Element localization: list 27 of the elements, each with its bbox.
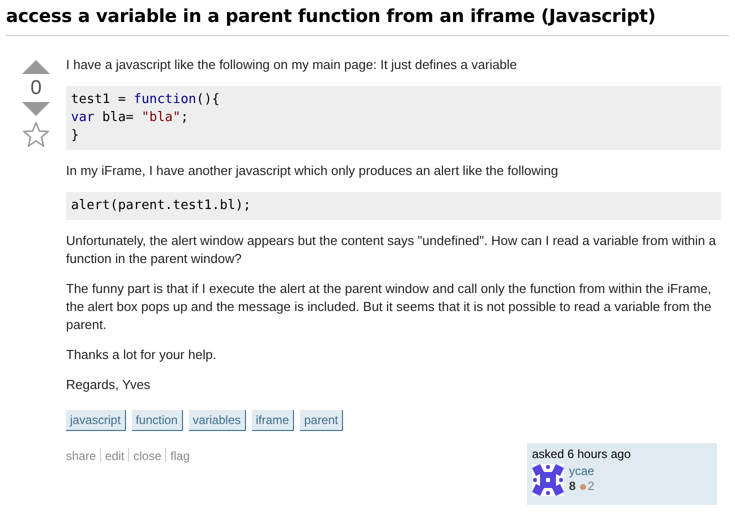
question-paragraph: Regards, Yves [66, 376, 152, 394]
asked-time: asked 6 hours ago [532, 446, 632, 462]
question-paragraph: In my iFrame, I have another javascript which only produces an alert like the following [66, 162, 560, 180]
identicon-avatar [532, 464, 564, 496]
question-paragraph: Unfortunately, the alert window appears but the content says "undefined". How can I read a variable from within a function in the parent window? [66, 232, 717, 268]
star-icon[interactable] [23, 122, 49, 147]
upvote-arrow-icon[interactable] [22, 60, 50, 74]
badge-count: 2 [588, 479, 594, 494]
code-block: alert(parent.test1.bl); [66, 192, 721, 220]
question-title: access a variable in a parent function from an iframe (Javascript) [6, 5, 657, 29]
post-menu-link[interactable]: close [133, 447, 162, 465]
tag-link[interactable]: function [132, 410, 183, 431]
tag-link[interactable]: iframe [252, 410, 294, 431]
vote-count: 0 [30, 76, 42, 101]
tag-link[interactable]: parent [300, 410, 344, 431]
reputation-score: 8 [569, 479, 576, 494]
user-name-link[interactable]: ycae [569, 464, 594, 479]
question-paragraph: I have a javascript like the following on my main page: It just defines a variable [66, 56, 518, 74]
tag-link[interactable]: javascript [66, 410, 126, 431]
question-paragraph: The funny part is that if I execute the alert at the parent window and call only the function from within the iFrame, the alert box pops up and the message is included. But it seems that it is not possible to read a variable from the parent. [66, 280, 712, 334]
post-menu-link[interactable]: share [66, 447, 96, 465]
post-menu-link[interactable]: flag [170, 447, 190, 465]
question-paragraph: Thanks a lot for your help. [66, 346, 218, 364]
tag-link[interactable]: variables [188, 410, 246, 431]
downvote-arrow-icon[interactable] [22, 102, 50, 116]
post-menu-link[interactable]: edit [105, 447, 124, 465]
code-block: test1 = function(){ var bla= "bla"; } [66, 86, 721, 150]
